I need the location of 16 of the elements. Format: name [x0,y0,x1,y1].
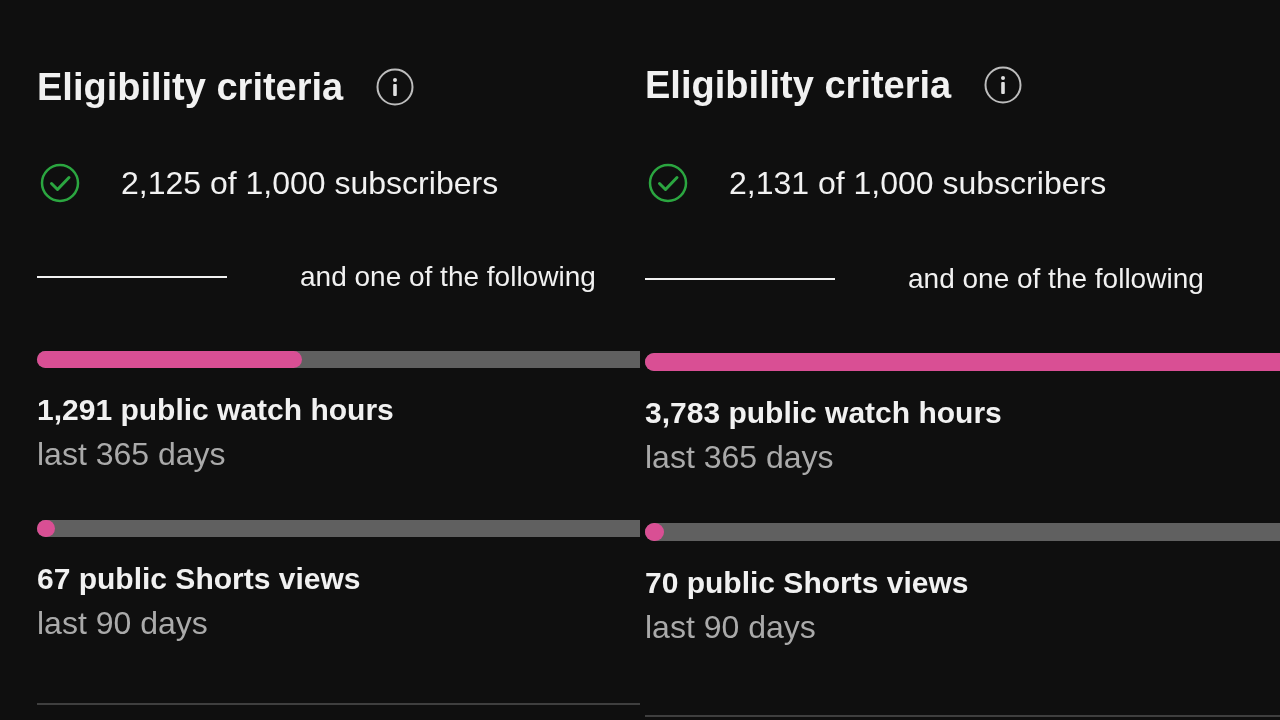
metric-label: 1,291 public watch hours [37,392,394,428]
subscriber-count: 2,131 of 1,000 subscribers [729,164,1107,203]
section-title: Eligibility criteria [645,63,952,107]
metric-label: 67 public Shorts views [37,561,361,597]
period-label: last 365 days [37,436,226,472]
metric-label: 70 public Shorts views [645,565,969,601]
period-label: last 365 days [645,439,834,475]
info-icon[interactable] [376,68,415,106]
section-title: Eligibility criteria [37,65,344,109]
separator-label: and one of the following [908,263,1204,295]
metric-label: 3,783 public watch hours [645,395,1002,431]
period-label: last 90 days [645,609,816,645]
period-label: last 90 days [37,605,208,641]
info-icon[interactable] [984,66,1023,104]
separator-label: and one of the following [300,261,596,293]
subscriber-count: 2,125 of 1,000 subscribers [121,164,499,203]
